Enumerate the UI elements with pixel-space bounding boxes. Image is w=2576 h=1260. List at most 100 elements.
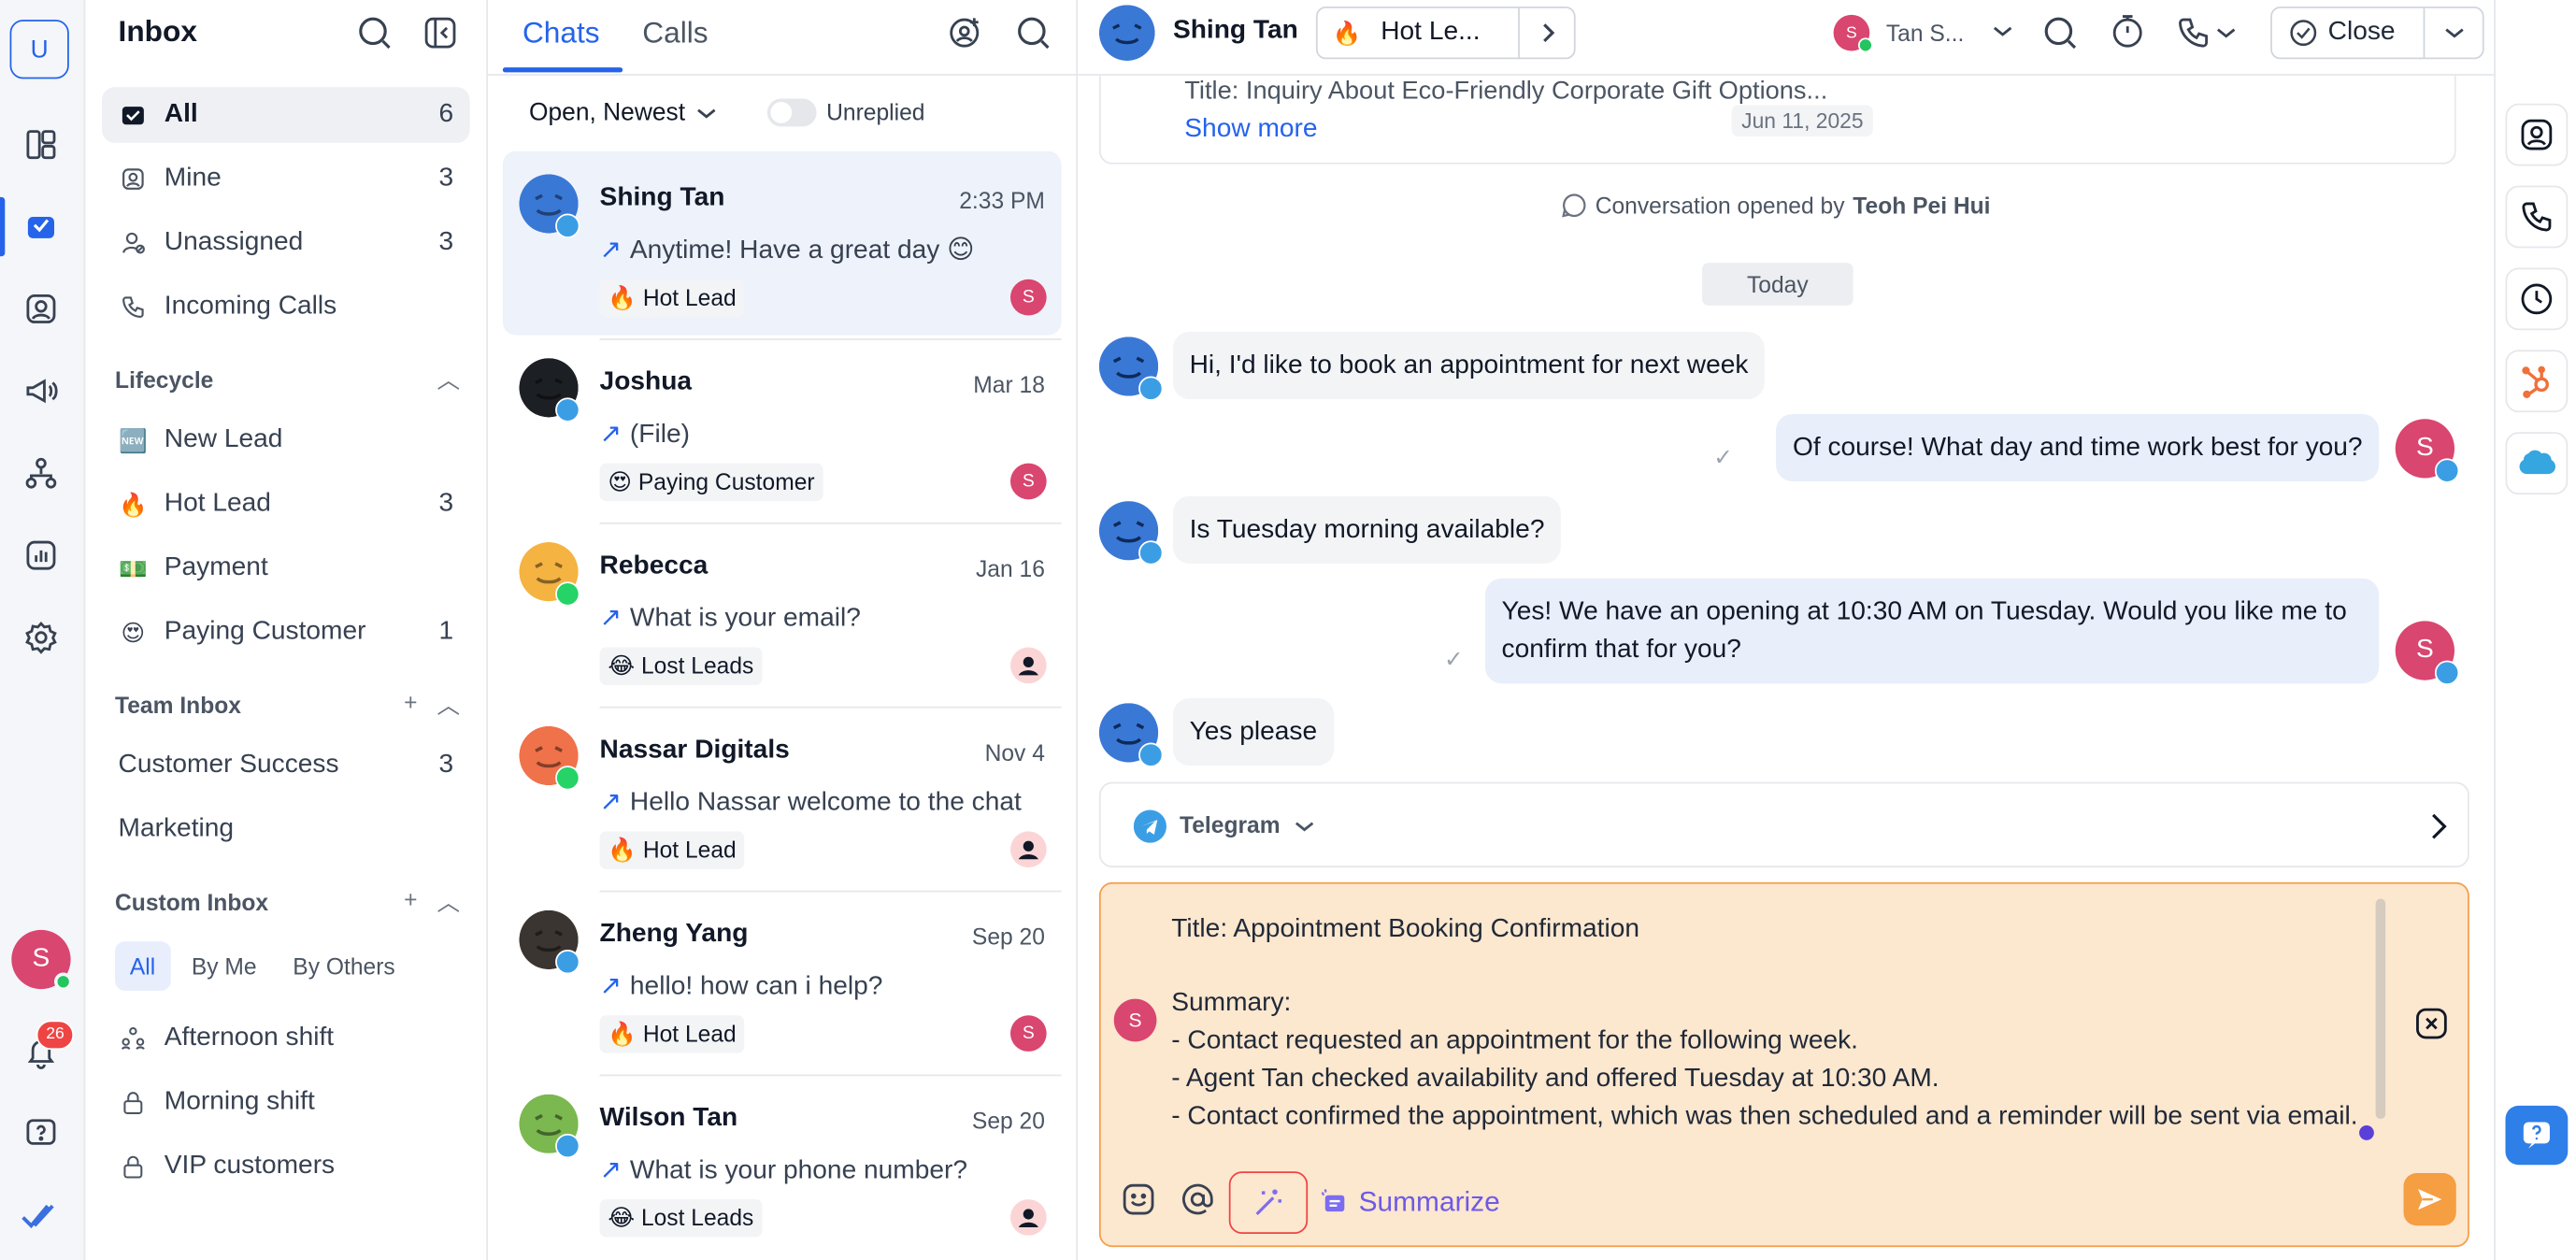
unassigned-icon <box>119 228 149 258</box>
outgoing-message[interactable]: Of course! What day and time work best f… <box>1776 413 2380 482</box>
close-conversation-button[interactable]: Close <box>2270 7 2484 60</box>
custom-item-morning-shift[interactable]: Morning shift <box>102 1075 470 1131</box>
contact-avatar[interactable] <box>1098 5 1155 62</box>
inbox-icon[interactable] <box>20 206 63 249</box>
lifecycle-section-header[interactable]: Lifecycle ︿ <box>115 363 460 395</box>
chevron-down-icon[interactable] <box>1991 23 2014 40</box>
discard-draft-icon[interactable] <box>2413 1006 2450 1042</box>
workflows-icon[interactable] <box>20 451 63 494</box>
nav-mine[interactable]: Mine 3 <box>102 151 470 208</box>
assignee-name[interactable]: Tan S... <box>1886 20 1964 46</box>
lifecycle-item-payment[interactable]: 💵 Payment <box>102 540 470 596</box>
preview-text: (File) <box>629 420 690 449</box>
chat-list-item[interactable]: Joshua Mar 18 ↗ (File) 😍 Paying Customer S <box>503 336 1062 520</box>
reports-icon[interactable] <box>20 534 63 577</box>
help-icon[interactable] <box>20 1112 63 1155</box>
mention-icon[interactable] <box>1178 1180 1217 1219</box>
contact-name: Zheng Yang <box>599 920 749 949</box>
contact-details-icon[interactable] <box>2505 103 2569 166</box>
search-icon[interactable] <box>1015 15 1052 51</box>
phone-icon[interactable] <box>2505 185 2569 249</box>
tab-calls[interactable]: Calls <box>642 17 708 51</box>
contact-name[interactable]: Shing Tan <box>1173 17 1298 47</box>
nav-label: Marketing <box>118 814 235 843</box>
chevron-up-icon[interactable]: ︿ <box>437 363 461 395</box>
section-title: Lifecycle <box>115 365 214 394</box>
chat-list-item[interactable]: Rebecca Jan 16 ↗ What is your email? 😂 Lost … <box>503 519 1062 703</box>
emoji-icon[interactable] <box>1119 1180 1158 1219</box>
settings-icon[interactable] <box>20 616 63 659</box>
plus-icon[interactable]: + <box>404 885 417 918</box>
filter-by-me-tab[interactable]: By Me <box>177 941 271 991</box>
nav-count: 3 <box>438 164 454 193</box>
team-inbox-section-header[interactable]: Team Inbox + ︿ <box>115 688 460 721</box>
ai-assist-button[interactable] <box>1228 1171 1309 1235</box>
tab-chats[interactable]: Chats <box>522 17 600 51</box>
today-divider: Today <box>1701 263 1853 306</box>
opened-prefix: Conversation opened by <box>1595 192 1845 219</box>
filter-all-tab[interactable]: All <box>115 941 171 991</box>
chevron-up-icon[interactable]: ︿ <box>437 885 461 918</box>
opened-by-name: Teoh Pei Hui <box>1853 192 1991 219</box>
team-item-customer-success[interactable]: Customer Success 3 <box>102 737 470 794</box>
filter-by-others-tab[interactable]: By Others <box>278 941 409 991</box>
composer-scrollbar[interactable] <box>2375 898 2386 1119</box>
search-icon[interactable] <box>2042 15 2079 51</box>
hubspot-icon[interactable] <box>2505 350 2569 413</box>
custom-inbox-section-header[interactable]: Custom Inbox + ︿ <box>115 885 460 918</box>
nav-unassigned[interactable]: Unassigned 3 <box>102 215 470 271</box>
dashboard-icon[interactable] <box>20 123 63 166</box>
clock-icon[interactable] <box>2505 267 2569 331</box>
lifecycle-item-new-lead[interactable]: 🆕 New Lead <box>102 412 470 468</box>
lifecycle-item-hot-lead[interactable]: 🔥 Hot Lead 3 <box>102 477 470 533</box>
next-stage-chevron-icon[interactable] <box>1518 7 1574 58</box>
composer-textarea[interactable]: Title: Appointment Booking Confirmation … <box>1171 912 2370 1153</box>
workspace-button[interactable]: U <box>9 20 69 79</box>
new-chat-icon[interactable] <box>948 15 984 51</box>
unassigned-avatar-icon <box>1009 647 1047 684</box>
salesforce-icon[interactable] <box>2505 432 2569 495</box>
collapse-sidebar-icon[interactable] <box>422 15 459 51</box>
chat-list-item[interactable]: Zheng Yang Sep 20 ↗ hello! how can i help? 🔥… <box>503 887 1062 1071</box>
nav-count: 1 <box>438 617 454 646</box>
incoming-message[interactable]: Hi, I'd like to book an appointment for … <box>1172 332 1766 400</box>
call-dropdown[interactable] <box>2175 15 2240 51</box>
send-button[interactable] <box>2403 1172 2456 1226</box>
custom-item-afternoon-shift[interactable]: Afternoon shift <box>102 1010 470 1067</box>
nav-incoming-calls[interactable]: Incoming Calls <box>102 279 470 336</box>
chat-list-item[interactable]: Wilson Tan Sep 20 ↗ What is your phone numb… <box>503 1071 1062 1255</box>
chevron-right-icon[interactable] <box>2428 810 2448 843</box>
unreplied-label: Unreplied <box>826 98 925 125</box>
summarize-button[interactable]: Summarize <box>1319 1186 1500 1219</box>
chevron-up-icon[interactable]: ︿ <box>437 688 461 721</box>
custom-item-vip-customers[interactable]: VIP customers <box>102 1138 470 1195</box>
composer-avatar: S <box>1113 998 1157 1042</box>
search-icon[interactable] <box>356 15 393 51</box>
timer-icon[interactable] <box>2110 13 2146 50</box>
team-item-marketing[interactable]: Marketing <box>102 802 470 858</box>
support-chat-icon[interactable] <box>2505 1105 2569 1166</box>
contact-name: Joshua <box>599 367 693 396</box>
channel-label: Telegram <box>1180 811 1281 838</box>
lifecycle-item-paying-customer[interactable]: 😍 Paying Customer 1 <box>102 605 470 661</box>
chat-list-item[interactable]: Shing Tan 2:33 PM ↗ Anytime! Have a great d… <box>502 150 1062 336</box>
outgoing-message[interactable]: Yes! We have an opening at 10:30 AM on T… <box>1484 578 2380 684</box>
telegram-icon <box>1138 376 1164 401</box>
contacts-icon[interactable] <box>20 288 63 331</box>
lifecycle-stage-pill[interactable]: 🔥 Hot Le... <box>1315 7 1576 60</box>
notification-count-badge: 26 <box>36 1020 75 1051</box>
incoming-message[interactable]: Yes please <box>1172 698 1334 766</box>
conversation-opened-event: Conversation opened by Teoh Pei Hui <box>1561 193 1991 219</box>
incoming-message[interactable]: Is Tuesday morning available? <box>1172 495 1562 564</box>
channel-selector[interactable]: Telegram <box>1098 781 2469 868</box>
chat-list-item[interactable]: Nassar Digitals Nov 4 ↗ Hello Nassar welcom… <box>503 703 1062 887</box>
message-composer[interactable]: S Title: Appointment Booking Confirmatio… <box>1098 881 2469 1248</box>
chevron-down-icon[interactable] <box>2423 7 2483 58</box>
sort-filter-dropdown[interactable]: Open, Newest <box>529 98 718 126</box>
plus-icon[interactable]: + <box>404 688 417 721</box>
telegram-icon <box>555 1133 580 1159</box>
nav-all[interactable]: All 6 <box>101 87 470 143</box>
unreplied-toggle[interactable] <box>766 98 817 127</box>
broadcast-icon[interactable] <box>20 369 63 412</box>
show-more-link[interactable]: Show more <box>1184 115 1317 145</box>
